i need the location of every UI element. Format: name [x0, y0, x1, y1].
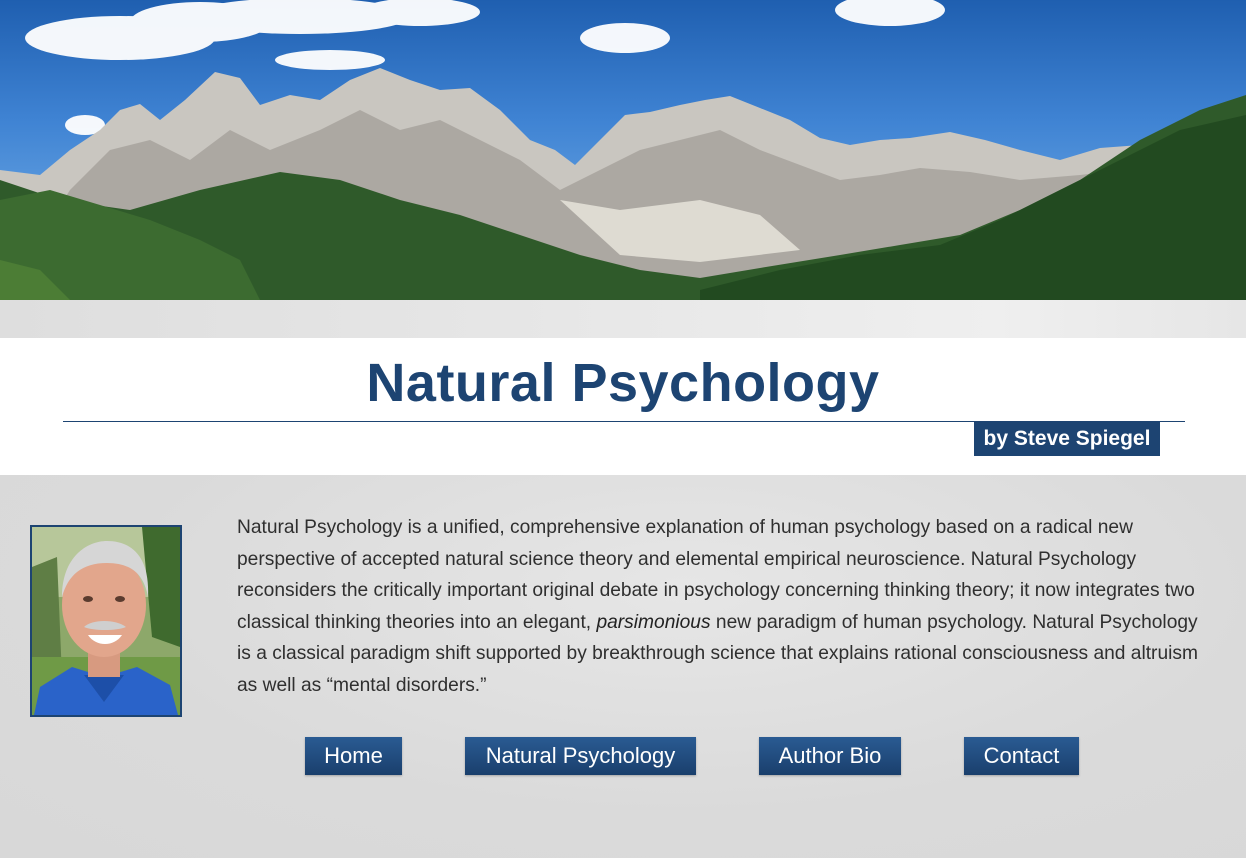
mountain-landscape-image: [0, 0, 1246, 300]
intro-emphasis: parsimonious: [596, 611, 711, 633]
site-title: Natural Psychology: [366, 353, 880, 413]
author-photo: [30, 525, 182, 717]
nav-natural-psychology-button[interactable]: Natural Psychology: [465, 737, 696, 775]
nav-home-button[interactable]: Home: [305, 737, 402, 775]
author-byline: by Steve Spiegel: [974, 422, 1160, 456]
intro-paragraph: Natural Psychology is a unified, compreh…: [237, 512, 1212, 701]
main-navigation: Home Natural Psychology Author Bio Conta…: [0, 737, 1246, 775]
hero-banner: [0, 0, 1246, 300]
decorative-band: [0, 300, 1246, 338]
nav-author-bio-button[interactable]: Author Bio: [759, 737, 901, 775]
author-portrait-image: [32, 527, 180, 715]
site-header: Natural Psychology by Steve Spiegel: [0, 338, 1246, 475]
main-content: Natural Psychology is a unified, compreh…: [0, 475, 1246, 858]
nav-contact-button[interactable]: Contact: [964, 737, 1079, 775]
